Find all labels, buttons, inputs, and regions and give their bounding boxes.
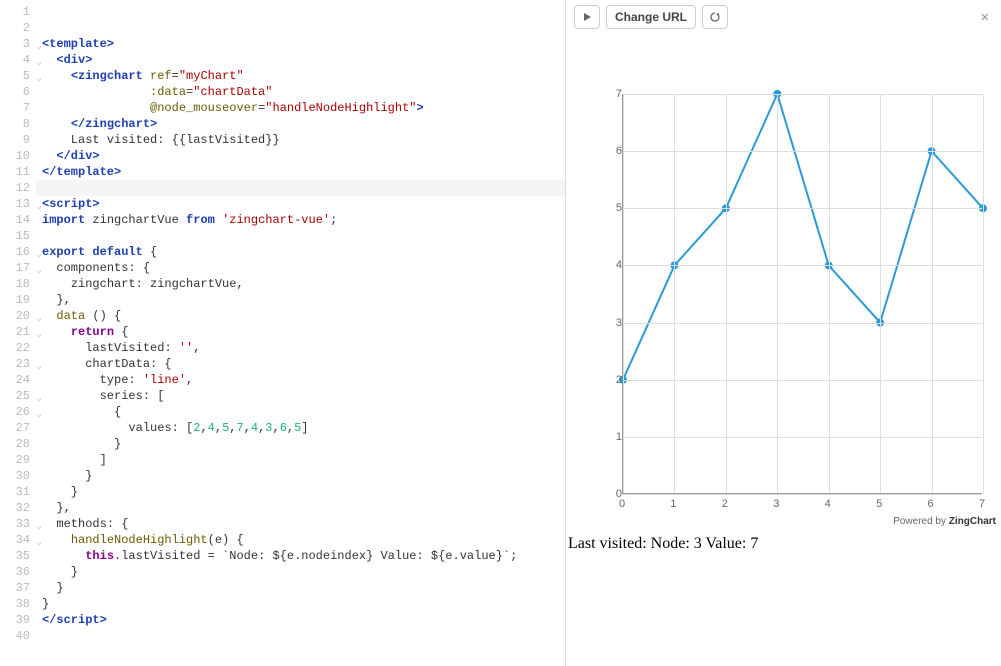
preview-toolbar: Change URL ✕ [566,0,1001,34]
y-tick-label: 6 [598,145,628,157]
line-number-gutter: 123⌄4⌄5⌄678910111213⌄141516⌄17⌄181920⌄21… [0,0,36,666]
x-tick-label: 0 [619,498,625,510]
y-tick-label: 3 [598,317,628,329]
reload-icon [709,11,721,23]
y-tick-label: 7 [598,88,628,100]
x-tick-label: 5 [876,498,882,510]
x-tick-label: 1 [670,498,676,510]
y-tick-label: 1 [598,431,628,443]
x-tick-label: 6 [928,498,934,510]
powered-brand[interactable]: ZingChart [949,516,996,527]
run-button[interactable] [574,5,600,29]
chart[interactable]: 0123456701234567 [576,74,996,514]
change-url-button[interactable]: Change URL [606,5,696,29]
reload-button[interactable] [702,5,728,29]
y-tick-label: 5 [598,202,628,214]
close-icon[interactable]: ✕ [977,9,993,26]
x-tick-label: 4 [825,498,831,510]
powered-prefix: Powered by [893,516,949,527]
x-tick-label: 7 [979,498,985,510]
line-chart-svg [623,94,982,493]
x-tick-label: 3 [773,498,779,510]
chart-plot-area[interactable] [622,94,982,494]
y-tick-label: 2 [598,374,628,386]
code-editor[interactable]: 123⌄4⌄5⌄678910111213⌄141516⌄17⌄181920⌄21… [0,0,566,666]
y-tick-label: 4 [598,259,628,271]
preview-pane: Change URL ✕ 0123456701234567 Powered by… [566,0,1001,666]
powered-by: Powered by ZingChart [576,516,996,527]
code-content[interactable]: <template> <div> <zingchart ref="myChart… [42,0,565,644]
play-icon [582,12,592,22]
x-tick-label: 2 [722,498,728,510]
last-visited-text: Last visited: Node: 3 Value: 7 [568,535,1001,553]
